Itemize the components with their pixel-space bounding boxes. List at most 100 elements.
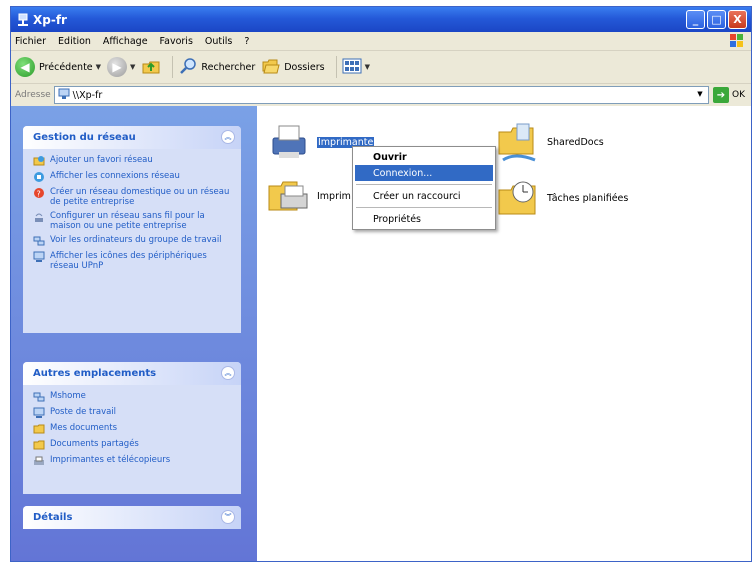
toolbar-separator — [172, 56, 174, 78]
home-network-icon: ? — [33, 187, 45, 199]
back-button[interactable]: ◀ Précédente ▼ — [15, 57, 101, 77]
item-label: SharedDocs — [547, 136, 604, 148]
address-input[interactable]: \\Xp-fr ▼ — [53, 86, 709, 104]
windows-logo-icon — [727, 33, 747, 49]
close-button[interactable]: X — [728, 10, 747, 29]
menu-separator — [356, 207, 492, 208]
task-label: Ajouter un favori réseau — [50, 155, 153, 165]
place-my-computer[interactable]: Poste de travail — [33, 407, 233, 419]
place-my-documents[interactable]: Mes documents — [33, 423, 233, 435]
shared-printer-icon — [267, 122, 311, 162]
menu-create-shortcut[interactable]: Créer un raccourci — [355, 188, 493, 204]
search-button[interactable]: Rechercher — [178, 56, 255, 79]
title-bar[interactable]: Xp-fr _ □ X — [11, 7, 751, 32]
upnp-icon — [33, 251, 45, 263]
task-label: Configurer un réseau sans fil pour la ma… — [50, 211, 205, 231]
other-places-header[interactable]: Autres emplacements ︽ — [23, 362, 241, 385]
task-create-home-network[interactable]: ? Créer un réseau domestique ou un résea… — [33, 187, 233, 207]
task-add-network-favorite[interactable]: Ajouter un favori réseau — [33, 155, 233, 167]
forward-button[interactable]: ▶ ▼ — [107, 57, 135, 77]
scheduled-tasks-icon — [497, 178, 541, 218]
back-label: Précédente — [39, 61, 93, 73]
place-label: Mes documents — [50, 423, 118, 433]
workgroup-icon — [33, 235, 45, 247]
details-header[interactable]: Détails ︾ — [23, 506, 241, 529]
place-label: Mshome — [50, 391, 86, 401]
item-label: Imprim — [317, 190, 351, 202]
up-folder-icon — [141, 56, 161, 79]
menu-favoris[interactable]: Favoris — [160, 36, 193, 47]
place-label: Documents partagés — [50, 439, 139, 449]
forward-arrow-icon: ▶ — [107, 57, 128, 77]
folders-button[interactable]: Dossiers — [261, 56, 325, 79]
menu-bar: Fichier Edition Affichage Favoris Outils… — [11, 32, 751, 51]
wireless-network-icon — [33, 211, 45, 223]
network-tasks-header[interactable]: Gestion du réseau ︽ — [23, 126, 241, 149]
chevron-down-icon[interactable]: ▼ — [694, 88, 706, 100]
chevron-down-icon[interactable]: ▼ — [96, 63, 101, 71]
task-label: Afficher les icônes des périphériques ré… — [50, 251, 207, 271]
menu-properties[interactable]: Propriétés — [355, 211, 493, 227]
task-show-network-connections[interactable]: Afficher les connexions réseau — [33, 171, 233, 183]
task-view-workgroup[interactable]: Voir les ordinateurs du groupe de travai… — [33, 235, 233, 247]
computer-icon — [33, 407, 45, 419]
address-label: Adresse — [15, 90, 51, 100]
network-window-icon — [17, 13, 29, 27]
toolbar: ◀ Précédente ▼ ▶ ▼ Rechercher Dossiers ▼ — [11, 51, 751, 84]
task-configure-wireless[interactable]: Configurer un réseau sans fil pour la ma… — [33, 211, 233, 231]
item-label: Tâches planifiées — [547, 192, 629, 204]
item-scheduled-tasks[interactable]: Tâches planifiées — [497, 178, 628, 218]
shared-folder-icon — [497, 122, 541, 162]
search-label: Rechercher — [201, 61, 256, 73]
menu-help[interactable]: ? — [244, 36, 249, 47]
menu-affichage[interactable]: Affichage — [103, 36, 148, 47]
collapse-icon[interactable]: ︽ — [221, 366, 235, 380]
menu-open[interactable]: Ouvrir — [355, 149, 493, 165]
network-favorite-icon — [33, 155, 45, 167]
views-button[interactable]: ▼ — [342, 57, 370, 78]
views-icon — [342, 57, 362, 78]
printer-icon — [33, 455, 45, 467]
menu-outils[interactable]: Outils — [205, 36, 232, 47]
folders-label: Dossiers — [284, 61, 325, 73]
task-pane: Gestion du réseau ︽ Ajouter un favori ré… — [11, 106, 257, 561]
address-value: \\Xp-fr — [72, 89, 103, 101]
other-places-panel: Autres emplacements ︽ Mshome Poste de tr… — [23, 362, 241, 494]
explorer-window: Xp-fr _ □ X Fichier Edition Affichage Fa… — [10, 6, 752, 562]
place-mshome[interactable]: Mshome — [33, 391, 233, 403]
item-printer[interactable]: Imprim — [267, 176, 351, 216]
other-places-title: Autres emplacements — [33, 368, 157, 379]
context-menu: Ouvrir Connexion... Créer un raccourci P… — [352, 146, 496, 230]
content-area: Gestion du réseau ︽ Ajouter un favori ré… — [11, 106, 751, 561]
file-view: Imprimante Imprim SharedDocs Tâches plan… — [257, 106, 751, 561]
menu-edition[interactable]: Edition — [58, 36, 91, 47]
go-button[interactable]: ➔ OK — [713, 87, 745, 103]
network-tasks-panel: Gestion du réseau ︽ Ajouter un favori ré… — [23, 126, 241, 333]
place-shared-documents[interactable]: Documents partagés — [33, 439, 233, 451]
collapse-icon[interactable]: ︽ — [221, 130, 235, 144]
task-label: Voir les ordinateurs du groupe de travai… — [50, 235, 222, 245]
maximize-button[interactable]: □ — [707, 10, 726, 29]
minimize-button[interactable]: _ — [686, 10, 705, 29]
go-arrow-icon: ➔ — [713, 87, 729, 103]
expand-icon[interactable]: ︾ — [221, 510, 235, 524]
menu-fichier[interactable]: Fichier — [15, 36, 46, 47]
item-shareddocs[interactable]: SharedDocs — [497, 122, 604, 162]
go-label: OK — [732, 90, 745, 100]
place-label: Imprimantes et télécopieurs — [50, 455, 171, 465]
back-arrow-icon: ◀ — [15, 57, 35, 77]
chevron-down-icon[interactable]: ▼ — [365, 63, 370, 71]
svg-text:?: ? — [37, 190, 41, 199]
task-label: Créer un réseau domestique ou un réseau … — [50, 187, 230, 207]
search-icon — [178, 56, 198, 79]
menu-connect[interactable]: Connexion... — [355, 165, 493, 181]
chevron-down-icon[interactable]: ▼ — [130, 63, 135, 71]
place-printers-faxes[interactable]: Imprimantes et télécopieurs — [33, 455, 233, 467]
network-connections-icon — [33, 171, 45, 183]
network-computer-icon — [58, 88, 70, 103]
menu-separator — [356, 184, 492, 185]
up-folder-button[interactable] — [141, 56, 161, 79]
folders-icon — [261, 56, 281, 79]
task-show-upnp-icons[interactable]: Afficher les icônes des périphériques ré… — [33, 251, 233, 271]
network-tasks-title: Gestion du réseau — [33, 132, 136, 143]
